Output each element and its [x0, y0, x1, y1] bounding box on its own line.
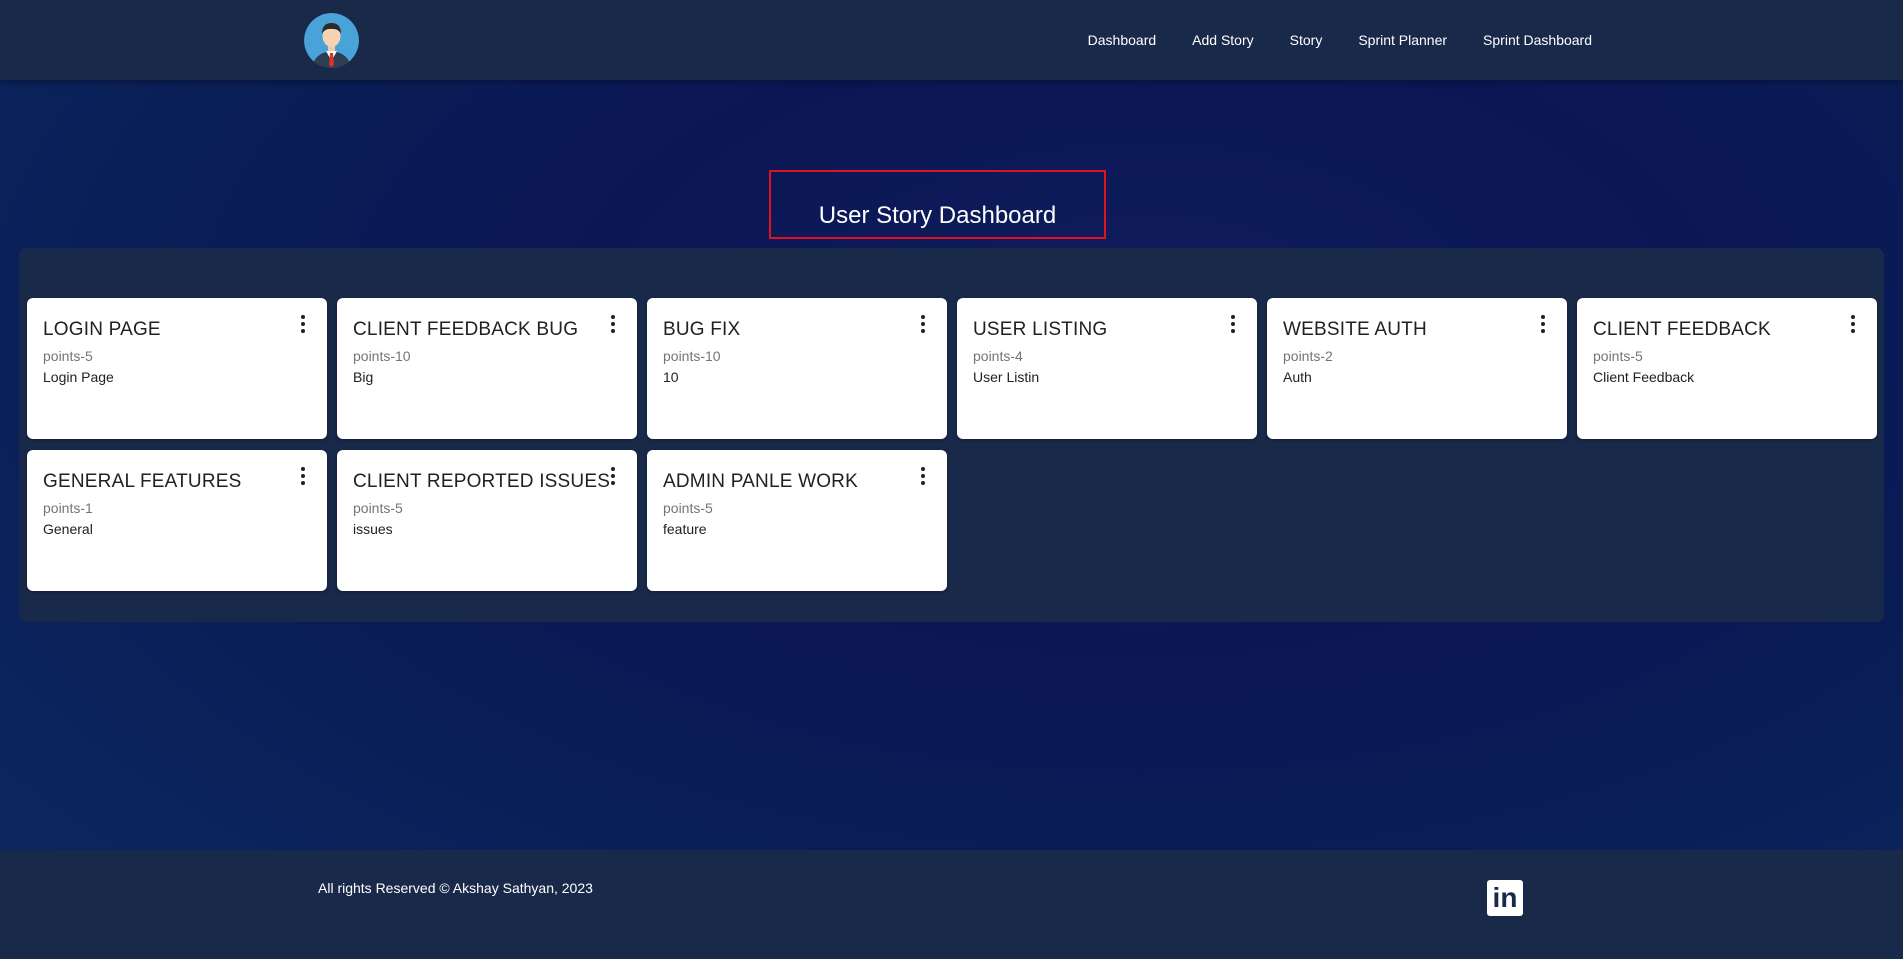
- more-options-icon[interactable]: [606, 466, 620, 486]
- more-options-icon[interactable]: [296, 314, 310, 334]
- page-title-box: User Story Dashboard: [769, 170, 1106, 239]
- story-description: Auth: [1283, 369, 1312, 385]
- page-title: User Story Dashboard: [818, 202, 1057, 229]
- story-title: CLIENT REPORTED ISSUES: [353, 471, 611, 492]
- nav-link-story[interactable]: Story: [1290, 32, 1323, 48]
- story-title: CLIENT FEEDBACK BUG: [353, 319, 579, 340]
- story-card[interactable]: GENERAL FEATURES points-1 General: [27, 450, 327, 591]
- story-card[interactable]: LOGIN PAGE points-5 Login Page: [27, 298, 327, 439]
- story-card[interactable]: CLIENT REPORTED ISSUES points-5 issues: [337, 450, 637, 591]
- story-title: CLIENT FEEDBACK: [1593, 319, 1771, 340]
- story-board: LOGIN PAGE points-5 Login Page CLIENT FE…: [19, 248, 1884, 622]
- user-avatar-icon[interactable]: [304, 13, 359, 68]
- story-title: LOGIN PAGE: [43, 319, 161, 340]
- more-options-icon[interactable]: [916, 466, 930, 486]
- story-card[interactable]: CLIENT FEEDBACK points-5 Client Feedback: [1577, 298, 1877, 439]
- nav-link-sprint-planner[interactable]: Sprint Planner: [1358, 32, 1447, 48]
- story-points: points-10: [663, 348, 721, 364]
- story-card[interactable]: BUG FIX points-10 10: [647, 298, 947, 439]
- story-description: feature: [663, 521, 707, 537]
- footer: All rights Reserved © Akshay Sathyan, 20…: [0, 850, 1903, 959]
- more-options-icon[interactable]: [1226, 314, 1240, 334]
- story-description: General: [43, 521, 93, 537]
- more-options-icon[interactable]: [916, 314, 930, 334]
- story-points: points-5: [1593, 348, 1643, 364]
- story-title: BUG FIX: [663, 319, 741, 340]
- top-navbar: Dashboard Add Story Story Sprint Planner…: [0, 0, 1903, 80]
- linkedin-glyph: in: [1492, 882, 1518, 913]
- nav-link-dashboard[interactable]: Dashboard: [1088, 32, 1157, 48]
- story-description: issues: [353, 521, 393, 537]
- more-options-icon[interactable]: [606, 314, 620, 334]
- nav-link-add-story[interactable]: Add Story: [1192, 32, 1253, 48]
- copyright-text: All rights Reserved © Akshay Sathyan, 20…: [318, 880, 593, 896]
- nav-links: Dashboard Add Story Story Sprint Planner…: [1088, 0, 1592, 80]
- story-description: Client Feedback: [1593, 369, 1695, 385]
- story-points: points-5: [43, 348, 93, 364]
- story-card[interactable]: WEBSITE AUTH points-2 Auth: [1267, 298, 1567, 439]
- story-description: User Listin: [973, 369, 1040, 385]
- nav-link-sprint-dashboard[interactable]: Sprint Dashboard: [1483, 32, 1592, 48]
- story-card[interactable]: USER LISTING points-4 User Listin: [957, 298, 1257, 439]
- story-points: points-1: [43, 500, 93, 516]
- story-title: ADMIN PANLE WORK: [663, 471, 858, 492]
- story-title: USER LISTING: [973, 319, 1108, 340]
- story-title: WEBSITE AUTH: [1283, 319, 1427, 340]
- story-card[interactable]: CLIENT FEEDBACK BUG points-10 Big: [337, 298, 637, 439]
- story-points: points-4: [973, 348, 1023, 364]
- linkedin-icon[interactable]: in: [1487, 880, 1523, 916]
- story-points: points-2: [1283, 348, 1333, 364]
- story-card[interactable]: ADMIN PANLE WORK points-5 feature: [647, 450, 947, 591]
- story-description: 10: [663, 369, 679, 385]
- story-points: points-5: [663, 500, 713, 516]
- story-title: GENERAL FEATURES: [43, 471, 242, 492]
- story-description: Big: [353, 369, 374, 385]
- more-options-icon[interactable]: [1536, 314, 1550, 334]
- more-options-icon[interactable]: [1846, 314, 1860, 334]
- more-options-icon[interactable]: [296, 466, 310, 486]
- story-points: points-5: [353, 500, 403, 516]
- story-description: Login Page: [43, 369, 114, 385]
- story-points: points-10: [353, 348, 411, 364]
